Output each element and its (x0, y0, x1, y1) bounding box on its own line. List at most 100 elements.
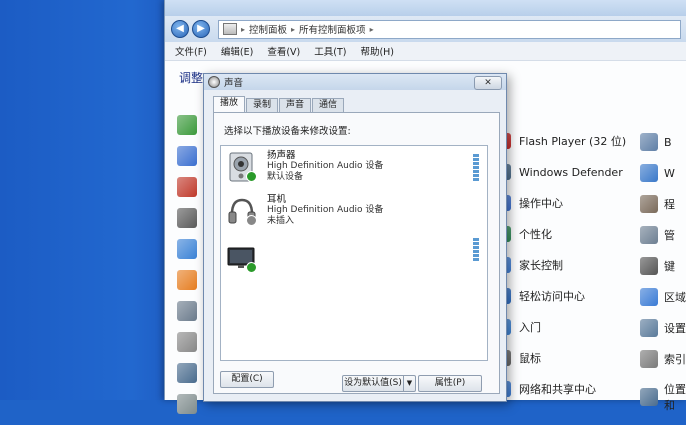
cp-item-icon[interactable] (177, 115, 197, 135)
cp-item-label: 个性化 (519, 228, 552, 241)
menu-edit[interactable]: 编辑(E) (221, 44, 253, 58)
device-driver: High Definition Audio 设备 (267, 161, 384, 171)
cp-item-icon[interactable] (177, 332, 197, 352)
tab-communications[interactable]: 通信 (312, 98, 345, 112)
cp-item-icon[interactable] (177, 270, 197, 290)
menu-view[interactable]: 查看(V) (267, 44, 300, 58)
cp-item-label: 网络和共享中心 (519, 383, 596, 396)
cp-item[interactable]: 管 (640, 226, 675, 244)
menu-tools[interactable]: 工具(T) (314, 44, 346, 58)
cp-item-icon[interactable] (177, 146, 197, 166)
cp-item[interactable]: 程 (640, 195, 675, 213)
cp-item[interactable]: 网络和共享中心 (495, 381, 596, 397)
device-name: 耳机 (267, 194, 287, 205)
playback-panel: 选择以下播放设备来修改设置: 扬声器 High Definition Audio… (213, 112, 500, 394)
default-check-icon (246, 171, 257, 182)
properties-button[interactable]: 属性(P) (418, 375, 482, 392)
cp-item[interactable]: 索引 (640, 350, 686, 368)
dialog-titlebar: 声音 (204, 74, 506, 90)
cp-item[interactable]: 区域 (640, 288, 686, 306)
configure-button[interactable]: 配置(C) (220, 371, 274, 388)
cp-item-icon[interactable] (177, 301, 197, 321)
volume-level-meter (473, 154, 479, 182)
unplugged-icon (246, 215, 257, 226)
speaker-icon (208, 76, 220, 88)
cp-item-label: 位置和 (664, 383, 686, 412)
breadcrumb[interactable]: ▸ 控制面板 ▸ 所有控制面板项 ▸ (218, 19, 681, 39)
dialog-tabs: 播放 录制 声音 通信 (213, 96, 345, 112)
cp-item-label: 区域 (664, 291, 686, 304)
back-button[interactable]: ◀ (171, 20, 189, 38)
device-name: 扬声器 (267, 150, 296, 161)
tab-recording[interactable]: 录制 (246, 98, 279, 112)
menu-bar: 文件(F) 编辑(E) 查看(V) 工具(T) 帮助(H) (165, 42, 686, 61)
cp-item-icon[interactable] (177, 208, 197, 228)
address-bar: ◀ ▶ ▸ 控制面板 ▸ 所有控制面板项 ▸ (165, 16, 686, 42)
cp-item-label: 设置 (664, 322, 686, 335)
volume-level-meter (473, 238, 479, 262)
dialog-title: 声音 (224, 78, 244, 89)
cp-item-label: 操作中心 (519, 197, 563, 210)
chevron-down-icon[interactable]: ▼ (403, 376, 415, 391)
cp-item[interactable]: 轻松访问中心 (495, 288, 585, 304)
location-icon (640, 388, 658, 406)
cp-item-label: W (664, 166, 675, 180)
cp-item-label: 键 (664, 260, 675, 273)
cp-item-label: 鼠标 (519, 352, 541, 365)
cp-item[interactable]: W (640, 164, 675, 182)
desktop-strip (0, 0, 165, 400)
left-icon-column (177, 115, 203, 425)
cp-item-icon[interactable] (177, 363, 197, 383)
device-status: 未插入 (267, 216, 295, 226)
region-icon (640, 288, 658, 306)
set-default-label: 设为默认值(S) (344, 378, 402, 388)
admin-tools-icon (640, 226, 658, 244)
cp-item-label: 轻松访问中心 (519, 290, 585, 303)
programs-icon (640, 195, 658, 213)
menu-help[interactable]: 帮助(H) (360, 44, 394, 58)
sound-dialog: 声音 ✕ 播放 录制 声音 通信 选择以下播放设备来修改设置: 扬声器 High… (203, 73, 507, 402)
breadcrumb-separator-icon: ▸ (291, 24, 296, 34)
windows-update-icon (640, 164, 658, 182)
cp-item-label: 索引 (664, 353, 686, 366)
cp-item-label: Flash Player (32 位) (519, 135, 627, 148)
cp-item[interactable]: Windows Defender (495, 164, 623, 180)
set-default-button[interactable]: 设为默认值(S) ▼ (342, 375, 416, 392)
device-status: 默认设备 (267, 172, 304, 182)
indexing-icon (640, 350, 658, 368)
cp-item-label: 管 (664, 229, 675, 242)
breadcrumb-separator-icon: ▸ (369, 24, 374, 34)
tab-sounds[interactable]: 声音 (279, 98, 312, 112)
cp-item[interactable]: Flash Player (32 位) (495, 133, 626, 149)
settings-icon (640, 319, 658, 337)
menu-file[interactable]: 文件(F) (175, 44, 207, 58)
cp-item[interactable]: B (640, 133, 672, 151)
cp-item-label: Windows Defender (519, 165, 623, 179)
close-button[interactable]: ✕ (474, 76, 502, 90)
cp-item-icon[interactable] (177, 177, 197, 197)
instruction-text: 选择以下播放设备来修改设置: (224, 126, 351, 137)
device-speakers[interactable]: 扬声器 High Definition Audio 设备 默认设备 (227, 150, 467, 194)
device-status-icon (246, 262, 257, 273)
device-list[interactable]: 扬声器 High Definition Audio 设备 默认设备 耳机 Hig… (220, 145, 488, 361)
control-panel-icon (223, 23, 237, 35)
breadcrumb-item[interactable]: 控制面板 (249, 22, 287, 36)
cp-item[interactable]: 键 (640, 257, 675, 275)
forward-button[interactable]: ▶ (192, 20, 210, 38)
keyboard-icon (640, 257, 658, 275)
cp-item[interactable]: 位置和 (640, 381, 686, 413)
cp-item-label: 家长控制 (519, 259, 563, 272)
breadcrumb-item[interactable]: 所有控制面板项 (299, 22, 366, 36)
cp-item-icon[interactable] (177, 394, 197, 414)
breadcrumb-separator-icon: ▸ (241, 24, 246, 34)
cp-item-icon[interactable] (177, 239, 197, 259)
cp-item-label: B (664, 135, 672, 149)
adjust-settings-heading: 调整 (179, 71, 204, 85)
device-headphones[interactable]: 耳机 High Definition Audio 设备 未插入 (227, 194, 467, 238)
cp-item-label: 入门 (519, 321, 541, 334)
device-display[interactable] (227, 240, 467, 284)
tab-playback[interactable]: 播放 (213, 96, 246, 112)
window-titlebar (165, 0, 686, 16)
bitlocker-icon (640, 133, 658, 151)
cp-item[interactable]: 设置 (640, 319, 686, 337)
